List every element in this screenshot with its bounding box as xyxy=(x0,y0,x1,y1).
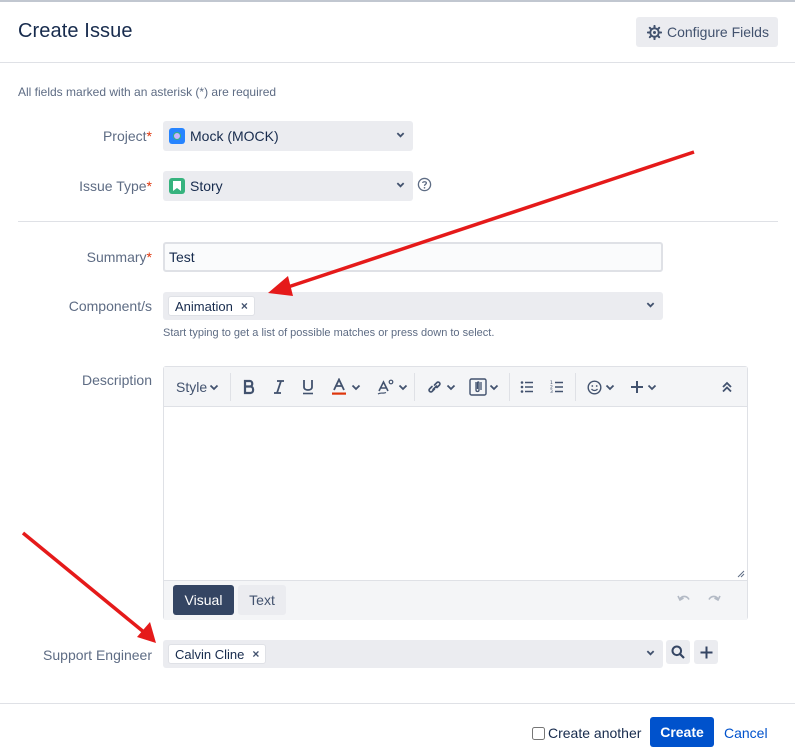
configure-fields-button[interactable]: Configure Fields xyxy=(636,17,778,47)
support-engineer-chip-label: Calvin Cline xyxy=(175,646,245,662)
create-another-control: Create another xyxy=(532,725,641,741)
italic-button[interactable] xyxy=(272,376,286,398)
collapse-toolbar-button[interactable] xyxy=(722,376,732,398)
link-button[interactable] xyxy=(426,376,456,398)
create-another-label: Create another xyxy=(548,725,642,741)
bullet-list-button[interactable] xyxy=(520,376,534,398)
chevron-down-icon xyxy=(396,132,405,138)
project-label-text: Project xyxy=(102,128,147,144)
support-engineer-chip: Calvin Cline × xyxy=(168,644,267,664)
gear-icon xyxy=(647,24,662,40)
create-another-checkbox[interactable] xyxy=(532,726,545,740)
section-divider xyxy=(18,221,778,222)
text-style-button[interactable] xyxy=(377,376,408,398)
user-search-button[interactable] xyxy=(666,640,690,664)
help-icon[interactable] xyxy=(417,177,432,192)
link-icon xyxy=(428,381,441,393)
style-dropdown[interactable]: Style xyxy=(176,376,219,398)
story-icon xyxy=(169,178,185,194)
summary-label: Summary* xyxy=(87,249,152,265)
collapse-toolbar-icon xyxy=(722,381,732,393)
italic-icon xyxy=(274,380,284,394)
insert-plus-icon xyxy=(631,381,643,393)
visual-mode-tab[interactable]: Visual xyxy=(173,585,234,615)
project-value: Mock (MOCK) xyxy=(190,128,279,144)
components-hint: Start typing to get a list of possible m… xyxy=(163,327,495,339)
underline-icon xyxy=(303,380,313,395)
required-marker: * xyxy=(146,249,152,265)
cancel-link[interactable]: Cancel xyxy=(724,725,768,741)
editor-mode-bar: Visual Text xyxy=(164,580,747,620)
numbered-list-button[interactable]: 123 xyxy=(550,376,564,398)
dialog-header: Create Issue Configure Fields xyxy=(0,2,795,63)
toolbar-separator xyxy=(509,373,510,401)
summary-input[interactable]: Test xyxy=(163,242,663,272)
text-mode-tab[interactable]: Text xyxy=(238,585,286,615)
toolbar-separator xyxy=(414,373,415,401)
text-color-icon xyxy=(332,378,346,395)
configure-fields-label: Configure Fields xyxy=(667,24,769,40)
component-chip: Animation × xyxy=(168,296,255,316)
summary-label-text: Summary xyxy=(86,249,147,265)
redo-icon[interactable] xyxy=(706,591,722,607)
text-color-button[interactable] xyxy=(331,376,361,398)
components-label: Component/s xyxy=(68,298,152,314)
required-marker: * xyxy=(146,128,152,144)
search-icon xyxy=(671,645,685,659)
component-chip-label: Animation xyxy=(175,298,233,314)
plus-icon xyxy=(700,646,712,658)
project-label: Project* xyxy=(103,128,152,144)
bold-icon xyxy=(243,379,255,395)
insert-more-button[interactable] xyxy=(630,376,657,398)
components-select[interactable]: Animation × xyxy=(163,292,663,320)
required-marker: * xyxy=(146,178,152,194)
issue-type-select[interactable]: Story xyxy=(163,171,413,201)
bullet-list-icon xyxy=(520,381,533,393)
toolbar-separator xyxy=(575,373,576,401)
text-style-icon xyxy=(377,379,394,395)
chevron-down-icon xyxy=(489,384,499,391)
create-button[interactable]: Create xyxy=(650,717,714,747)
style-label: Style xyxy=(176,379,208,395)
support-engineer-label: Support Engineer xyxy=(43,647,152,663)
chevron-down-icon xyxy=(398,384,408,391)
attachment-icon xyxy=(469,378,487,396)
bold-button[interactable] xyxy=(242,376,256,398)
chevron-down-icon xyxy=(396,182,405,188)
required-note: All fields marked with an asterisk (*) a… xyxy=(18,85,277,99)
dialog-title: Create Issue xyxy=(18,20,133,42)
chevron-down-icon xyxy=(646,650,655,656)
chevron-down-icon xyxy=(209,384,219,391)
issue-type-value: Story xyxy=(190,178,223,194)
toolbar-separator xyxy=(230,373,231,401)
chevron-down-icon xyxy=(605,384,615,391)
description-editor: Style 1 2 3 Visual Text xyxy=(163,366,748,620)
chevron-down-icon xyxy=(647,384,657,391)
chevron-down-icon xyxy=(646,302,655,308)
dialog-footer: Create another Create Cancel xyxy=(0,703,795,754)
issue-type-label-text: Issue Type xyxy=(79,178,147,194)
svg-text:3: 3 xyxy=(550,389,553,394)
resize-handle-icon[interactable] xyxy=(737,570,745,578)
chevron-down-icon xyxy=(351,384,361,391)
emoji-icon xyxy=(587,379,602,395)
chevron-down-icon xyxy=(446,384,456,391)
project-select[interactable]: Mock (MOCK) xyxy=(163,121,413,151)
remove-support-engineer-button[interactable]: × xyxy=(252,647,259,661)
remove-component-button[interactable]: × xyxy=(241,299,248,313)
support-engineer-select[interactable]: Calvin Cline × xyxy=(163,640,663,668)
attachment-button[interactable] xyxy=(469,376,499,398)
annotation-arrow-support-engineer xyxy=(21,531,156,643)
project-avatar-icon xyxy=(169,128,185,144)
emoji-button[interactable] xyxy=(587,376,615,398)
underline-button[interactable] xyxy=(301,376,315,398)
undo-icon[interactable] xyxy=(676,591,692,607)
numbered-list-icon: 123 xyxy=(550,380,563,394)
description-textarea[interactable] xyxy=(164,407,747,580)
editor-toolbar: Style 1 2 3 xyxy=(164,367,747,407)
issue-type-label: Issue Type* xyxy=(79,178,152,194)
description-label: Description xyxy=(81,372,152,388)
add-user-button[interactable] xyxy=(694,640,718,664)
